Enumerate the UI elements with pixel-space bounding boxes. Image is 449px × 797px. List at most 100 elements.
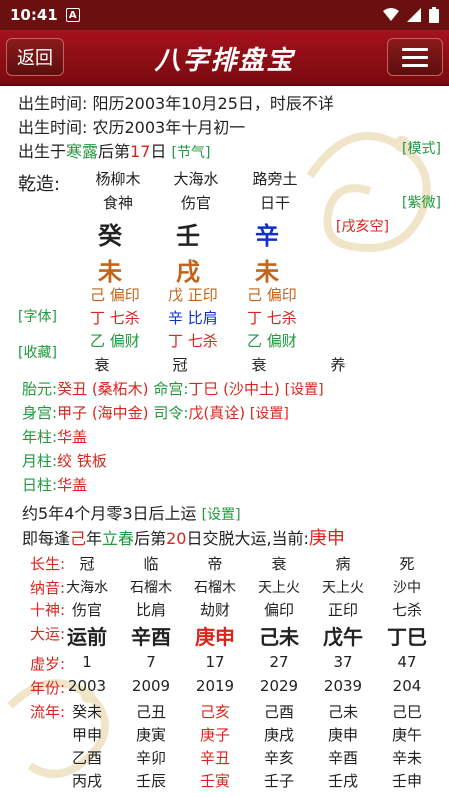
main-content: 出生时间: 阳历2003年10月25日，时辰不详 出生时间: 农历2003年十月…	[0, 86, 449, 797]
yun-set-link[interactable]: [设置]	[202, 507, 241, 523]
dayun-pillar: 戊午	[323, 625, 363, 649]
canggan-year-3: 乙 偏财	[90, 332, 140, 350]
chart-label: 乾造:	[18, 174, 61, 195]
liunian-cell: 庚寅	[135, 726, 166, 744]
canggan-year-1: 己 偏印	[90, 286, 140, 304]
siling-set-link[interactable]: [设置]	[250, 406, 289, 422]
menu-icon	[402, 47, 428, 51]
dragon-decoration-top-icon	[306, 132, 431, 252]
canggan-year-2: 丁 七杀	[90, 309, 140, 327]
liunian-cell: 辛丑	[199, 749, 230, 767]
dayun-changsheng: 临	[143, 555, 159, 573]
liunian-cell: 丙戌	[71, 772, 102, 790]
changsheng-month: 冠	[172, 356, 188, 374]
liunian-cell: 癸未	[71, 703, 102, 721]
dayun-sui: 1	[82, 653, 92, 671]
dayun-pillar: 运前	[67, 625, 107, 649]
gan-year: 癸	[98, 222, 122, 250]
birth-solar: 出生时间: 阳历2003年10月25日，时辰不详	[18, 94, 334, 113]
favorite-link[interactable]: [收藏]	[18, 342, 57, 362]
dayun-shishen: 七杀	[391, 601, 422, 619]
wifi-icon	[383, 8, 399, 21]
gan-day: 辛	[255, 222, 279, 250]
canggan-month-3: 丁 七杀	[168, 332, 218, 350]
liunian-cell: 辛酉	[327, 749, 358, 767]
dayun-shishen: 劫财	[199, 601, 230, 619]
liunian-cell: 壬戌	[327, 772, 358, 790]
shishen-day: 日干	[259, 194, 290, 212]
zhi-day: 未	[255, 258, 279, 286]
dayun-pillar: 辛酉	[131, 625, 171, 649]
dayun-year: 2019	[195, 677, 235, 695]
dayun-sui: 27	[269, 653, 289, 671]
nayin-year: 杨柳木	[95, 170, 141, 188]
zhi-month: 戌	[176, 258, 200, 286]
dayun-pillar: 庚申	[195, 625, 235, 649]
font-link[interactable]: [字体]	[18, 306, 57, 326]
kong-label[interactable]: [戌亥空]	[336, 216, 389, 236]
ziwei-link[interactable]: [紫微]	[402, 192, 441, 212]
liunian-cell: 己巳	[391, 703, 422, 721]
jieqi-link[interactable]: [节气]	[172, 145, 211, 161]
gan-month: 壬	[176, 222, 200, 250]
dayun-shishen: 偏印	[263, 601, 294, 619]
dayun-changsheng: 死	[399, 555, 415, 573]
nayin-month: 大海水	[173, 170, 219, 188]
nianzhu-row: 年柱:华盖	[22, 428, 88, 446]
dayun-sui: 37	[333, 653, 353, 671]
changsheng-year: 衰	[94, 356, 110, 374]
dayun-year: 2009	[131, 677, 171, 695]
birth-lunar: 出生时间: 农历2003年十月初一	[18, 118, 246, 137]
changsheng-day: 衰	[251, 356, 267, 374]
canggan-day-1: 己 偏印	[247, 286, 297, 304]
liunian-cell: 己亥	[199, 703, 230, 721]
liunian-cell: 乙酉	[71, 749, 102, 767]
status-bar: 10:41 A	[0, 0, 449, 30]
dayun-year: 204	[392, 677, 422, 695]
dayun-nayin: 石榴木	[130, 580, 172, 596]
dayun-nayin: 石榴木	[194, 580, 236, 596]
dayun-nayin: 天上火	[322, 580, 364, 596]
shishen-year: 食神	[102, 194, 133, 212]
changsheng-hour: 养	[330, 356, 346, 374]
canggan-month-2: 辛 比肩	[168, 309, 218, 327]
dayun-changsheng: 帝	[207, 555, 223, 573]
notification-icon: A	[65, 8, 80, 22]
dayun-year: 2003	[67, 677, 107, 695]
dayun-year: 2039	[323, 677, 363, 695]
liunian-cell: 甲申	[71, 726, 102, 744]
dayun-sui: 47	[397, 653, 417, 671]
dayun-year: 2029	[259, 677, 299, 695]
birth-jieqi: 出生于寒露后第17日 [节气]	[18, 142, 211, 161]
liunian-cell: 庚申	[327, 726, 358, 744]
liunian-cell: 庚戌	[263, 726, 294, 744]
battery-icon	[429, 7, 439, 23]
app-title: 八字排盘宝	[154, 46, 295, 76]
liunian-cell: 辛卯	[135, 749, 166, 767]
liunian-cell: 庚午	[391, 726, 422, 744]
liunian-cell: 己未	[327, 703, 358, 721]
signal-icon	[407, 8, 421, 22]
canggan-month-1: 戊 正印	[168, 286, 218, 304]
dayun-changsheng: 病	[335, 555, 351, 573]
status-time: 10:41	[10, 6, 58, 24]
dayun-sui: 7	[146, 653, 156, 671]
nayin-day: 路旁土	[252, 170, 298, 188]
yuezhu-row: 月柱:绞 铁板	[22, 452, 107, 470]
dayun-sui: 17	[205, 653, 225, 671]
liunian-cell: 己丑	[135, 703, 166, 721]
dayun-shishen: 比肩	[135, 601, 166, 619]
liunian-cell: 辛未	[391, 749, 422, 767]
liunian-cell: 壬申	[391, 772, 422, 790]
dayun-nayin: 沙中	[393, 580, 421, 596]
liunian-cell: 壬子	[263, 772, 294, 790]
menu-button[interactable]	[387, 38, 443, 76]
mode-link[interactable]: [模式]	[402, 138, 441, 158]
liunian-cell: 庚子	[199, 726, 230, 744]
shishen-month: 伤官	[180, 194, 211, 212]
yun-start: 约5年4个月零3日后上运 [设置]	[22, 504, 241, 523]
minggong-set-link[interactable]: [设置]	[285, 382, 324, 398]
canggan-day-2: 丁 七杀	[247, 309, 297, 327]
liunian-cell: 壬辰	[135, 772, 166, 790]
yun-jiao: 即每逢己年立春后第20日交脱大运,当前:庚申	[22, 528, 345, 549]
